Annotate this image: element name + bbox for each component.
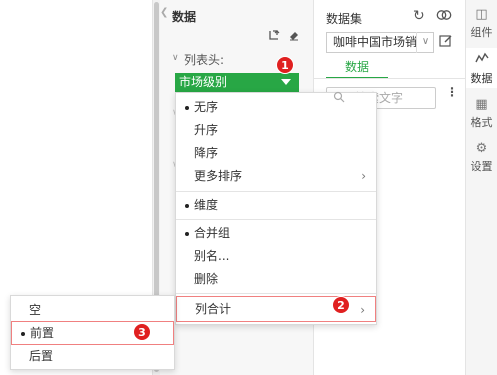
submenu-item-none[interactable]: 空: [11, 299, 174, 322]
eraser-icon[interactable]: [288, 29, 300, 44]
checked-dot-icon: [185, 232, 189, 236]
component-icon: ◫: [475, 7, 488, 22]
sidebar-tab-label: 组件: [470, 26, 493, 39]
menu-item-dimension[interactable]: 维度: [176, 194, 376, 217]
checked-dot-icon: [21, 332, 25, 336]
chevron-right-icon: ›: [360, 303, 365, 317]
more-options-icon[interactable]: ⋮: [446, 86, 458, 98]
chevron-right-icon: ›: [361, 169, 366, 183]
menu-item-label: 无序: [194, 100, 219, 114]
submenu-item-label: 后置: [29, 349, 54, 363]
data-panel-title: 数据: [172, 10, 197, 24]
sidebar-tab-data[interactable]: 数据: [466, 48, 497, 88]
menu-item-no-sort[interactable]: 无序: [176, 96, 376, 119]
submenu-item-label: 前置: [30, 326, 55, 340]
dataset-link-icon[interactable]: [436, 8, 452, 25]
dataset-title: 数据集: [326, 12, 363, 26]
menu-item-label: 更多排序: [194, 169, 243, 183]
menu-item-label: 维度: [194, 198, 219, 212]
menu-divider: [176, 191, 376, 192]
collapse-panel-icon[interactable]: ❮: [160, 6, 169, 20]
menu-item-ascending[interactable]: 升序: [176, 119, 376, 142]
menu-item-descending[interactable]: 降序: [176, 142, 376, 165]
sidebar-tab-component[interactable]: ◫ 组件: [466, 6, 497, 40]
refresh-icon[interactable]: ↻: [413, 8, 425, 24]
sidebar-tab-label: 设置: [470, 160, 493, 173]
format-icon: ▦: [475, 97, 488, 112]
menu-item-more-sort[interactable]: 更多排序 ›: [176, 165, 376, 188]
submenu-item-after[interactable]: 后置: [11, 345, 174, 368]
menu-item-label: 别名...: [194, 249, 230, 263]
step-badge-2: 2: [332, 296, 350, 314]
column-header-label: 列表头:: [184, 53, 225, 67]
menu-item-alias[interactable]: 别名...: [176, 245, 376, 268]
swap-icon[interactable]: [268, 29, 280, 44]
chip-label: 市场级别: [179, 75, 228, 89]
menu-divider: [176, 293, 376, 294]
sidebar-tab-label: 数据: [470, 72, 493, 85]
sidebar-tab-settings[interactable]: ⚙ 设置: [466, 140, 497, 174]
checked-dot-icon: [185, 204, 189, 208]
settings-icon: ⚙: [475, 141, 488, 156]
sidebar-tab-format[interactable]: ▦ 格式: [466, 96, 497, 130]
menu-item-merge-group[interactable]: 合并组: [176, 222, 376, 245]
chevron-down-icon[interactable]: ∨: [416, 32, 434, 53]
menu-item-label: 升序: [194, 123, 219, 137]
sidebar-tab-label: 格式: [470, 116, 493, 129]
field-chip-market-level[interactable]: 市场级别: [175, 73, 299, 92]
checked-dot-icon: [185, 106, 189, 110]
submenu-item-label: 空: [29, 303, 42, 317]
context-menu: 无序 升序 降序 更多排序 › 维度 合并组 别名... 删除 列合计 ›: [175, 92, 377, 325]
menu-item-label: 降序: [194, 146, 219, 160]
menu-item-delete[interactable]: 删除: [176, 268, 376, 291]
menu-item-label: 合并组: [194, 226, 231, 240]
tab-divider: [314, 78, 466, 79]
search-icon: [333, 91, 345, 106]
data-icon: [466, 52, 497, 70]
step-badge-1: 1: [276, 56, 294, 74]
menu-item-label: 列合计: [195, 302, 232, 316]
step-badge-3: 3: [133, 323, 151, 341]
edit-icon[interactable]: [439, 34, 453, 51]
section-collapse-icon[interactable]: ∨: [172, 53, 179, 63]
menu-item-label: 删除: [194, 272, 219, 286]
tab-data[interactable]: 数据: [326, 58, 388, 79]
menu-divider: [176, 219, 376, 220]
chip-dropdown-icon[interactable]: [281, 79, 291, 85]
